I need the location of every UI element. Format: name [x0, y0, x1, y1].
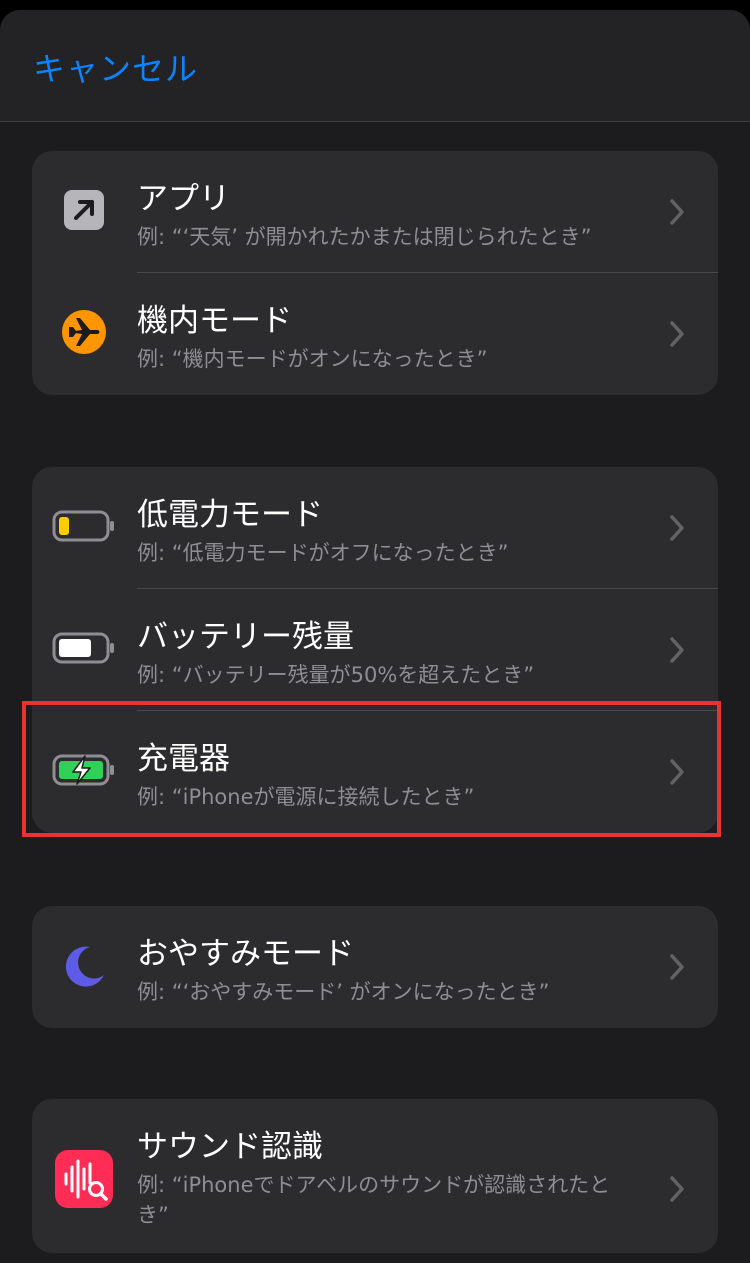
group-sound: サウンド認識 例: “iPhoneでドアベルのサウンドが認識されたとき”	[32, 1099, 718, 1253]
row-subtitle: 例: “iPhoneでドアベルのサウンドが認識されたとき”	[137, 1173, 611, 1227]
sound-recognition-icon	[52, 1147, 116, 1215]
chevron-right-icon	[670, 759, 684, 785]
group-focus: おやすみモード 例: “‘おやすみモード’ がオンになったとき”	[32, 906, 718, 1028]
row-subtitle: 例: “機内モードがオンになったとき”	[137, 347, 488, 371]
navbar: キャンセル	[0, 10, 750, 122]
group-battery: 低電力モード 例: “低電力モードがオフになったとき” バッテリー残量 例: “…	[32, 467, 718, 833]
chevron-right-icon	[670, 637, 684, 663]
battery-charging-icon	[52, 750, 116, 794]
moon-icon	[52, 933, 116, 1001]
row-title: 機内モード	[137, 303, 292, 339]
battery-full-icon	[52, 628, 116, 672]
row-subtitle: 例: “バッテリー残量が50%を超えたとき”	[137, 663, 535, 687]
row-low-power-mode[interactable]: 低電力モード 例: “低電力モードがオフになったとき”	[32, 467, 718, 589]
battery-low-icon	[52, 506, 116, 550]
row-subtitle: 例: “‘天気’ が開かれたかまたは閉じられたとき”	[137, 225, 592, 249]
chevron-right-icon	[670, 321, 684, 347]
row-title: 低電力モード	[137, 497, 323, 533]
row-title: バッテリー残量	[137, 619, 354, 655]
row-title: サウンド認識	[137, 1129, 323, 1165]
airplane-icon	[52, 300, 116, 368]
row-sound-recognition[interactable]: サウンド認識 例: “iPhoneでドアベルのサウンドが認識されたとき”	[32, 1099, 718, 1253]
app-arrow-icon	[52, 178, 116, 246]
cancel-button[interactable]: キャンセル	[33, 44, 198, 90]
row-title: おやすみモード	[137, 936, 354, 972]
row-battery-level[interactable]: バッテリー残量 例: “バッテリー残量が50%を超えたとき”	[32, 589, 718, 711]
chevron-right-icon	[670, 515, 684, 541]
row-airplane-mode[interactable]: 機内モード 例: “機内モードがオンになったとき”	[32, 273, 718, 395]
row-title: アプリ	[137, 181, 230, 217]
automation-sheet: キャンセル アプリ 例: “‘天気’ が開かれたかまたは閉じられたとき” 機内モ…	[0, 10, 750, 1263]
row-subtitle: 例: “‘おやすみモード’ がオンになったとき”	[137, 980, 550, 1004]
chevron-right-icon	[670, 199, 684, 225]
row-do-not-disturb[interactable]: おやすみモード 例: “‘おやすみモード’ がオンになったとき”	[32, 906, 718, 1028]
row-subtitle: 例: “低電力モードがオフになったとき”	[137, 541, 509, 565]
row-subtitle: 例: “iPhoneが電源に接続したとき”	[137, 785, 475, 809]
chevron-right-icon	[670, 1176, 684, 1202]
group-apps: アプリ 例: “‘天気’ が開かれたかまたは閉じられたとき” 機内モード 例: …	[32, 151, 718, 395]
row-title: 充電器	[137, 741, 230, 777]
row-app[interactable]: アプリ 例: “‘天気’ が開かれたかまたは閉じられたとき”	[32, 151, 718, 273]
row-charger[interactable]: 充電器 例: “iPhoneが電源に接続したとき”	[32, 711, 718, 833]
chevron-right-icon	[670, 954, 684, 980]
